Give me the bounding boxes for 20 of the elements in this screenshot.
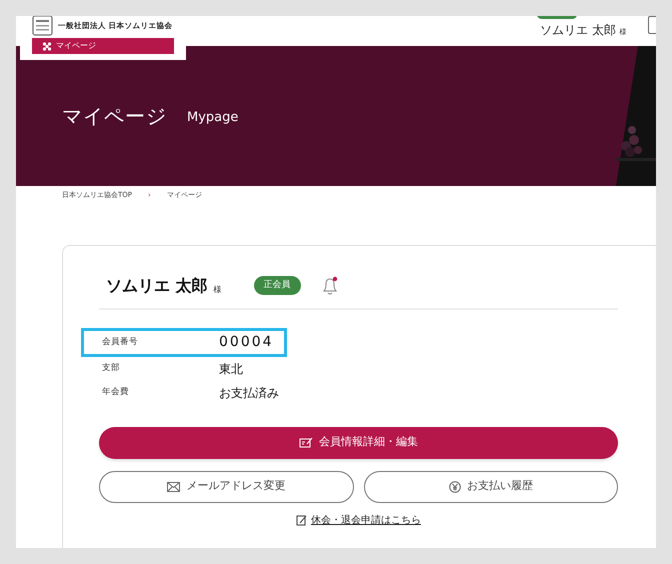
mypage-button[interactable]: マイページ	[32, 38, 174, 54]
yen-icon	[448, 480, 461, 492]
grapes-icon	[42, 42, 52, 50]
page-subtitle: Mypage	[187, 109, 238, 128]
field-value: お支払済み	[219, 384, 279, 402]
field-label: 会員番号	[102, 336, 139, 348]
edit-card-icon	[299, 437, 313, 448]
field-value: 東北	[219, 360, 243, 378]
page-title: マイページ	[62, 103, 167, 130]
edit-member-info-button[interactable]: 会員情報詳細・編集	[99, 426, 618, 458]
field-label: 支部	[102, 362, 121, 375]
field-value: 00004	[219, 332, 274, 352]
form-icon	[296, 514, 307, 526]
honorific: 様	[214, 284, 222, 296]
change-email-button[interactable]: メールアドレス変更	[99, 470, 354, 502]
envelope-icon	[167, 482, 180, 492]
member-name: ソムリエ 太郎	[106, 274, 208, 296]
membership-badge: 正会員	[254, 276, 301, 296]
payment-history-button[interactable]: お支払い履歴	[364, 470, 618, 502]
field-label: 年会費	[102, 386, 130, 399]
